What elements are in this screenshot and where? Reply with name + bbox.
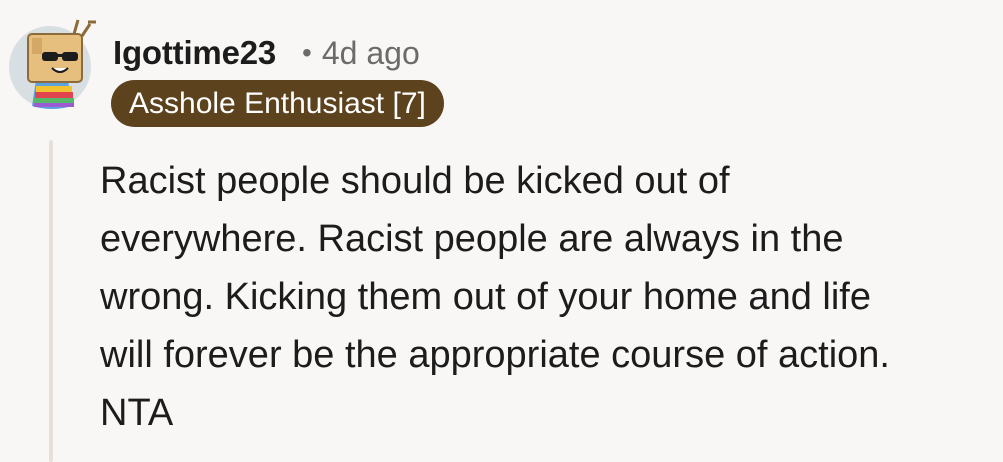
comment-header: Igottime23 • 4d ago — [113, 28, 420, 78]
comment-body-line: everywhere. Racist people are always in … — [100, 218, 844, 260]
user-avatar[interactable] — [8, 14, 100, 112]
robot-sunglasses-avatar-icon — [9, 19, 96, 109]
thread-line[interactable] — [49, 140, 53, 462]
comment-body-line: will forever be the appropriate course o… — [100, 334, 890, 376]
meta-separator: • — [302, 37, 312, 68]
comment: Igottime23 • 4d ago Asshole Enthusiast [… — [0, 0, 1003, 462]
comment-body: Racist people should be kicked out of ev… — [100, 152, 990, 442]
comment-body-line: wrong. Kicking them out of your home and… — [100, 276, 871, 318]
user-flair-badge: Asshole Enthusiast [7] — [111, 80, 444, 127]
comment-body-line: Racist people should be kicked out of — [100, 160, 730, 202]
username-link[interactable]: Igottime23 — [113, 34, 276, 72]
comment-body-line: NTA — [100, 392, 174, 434]
comment-timestamp[interactable]: 4d ago — [322, 35, 420, 72]
